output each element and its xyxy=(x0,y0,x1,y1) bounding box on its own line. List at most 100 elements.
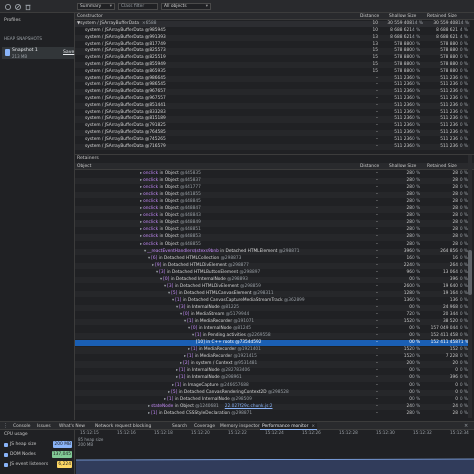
expand-toggle-icon[interactable]: ▸ xyxy=(188,347,190,352)
expand-toggle-icon[interactable]: ▸ xyxy=(184,354,186,359)
retainer-row[interactable]: ▸onclick in Object @441777–28 0 % 28 0 % xyxy=(75,185,470,191)
tab-console[interactable]: Console xyxy=(13,423,30,430)
class-filter-input[interactable]: Class filter xyxy=(118,3,158,10)
retainer-row[interactable]: ▾[0] in Detached InternalNode @298893–0 0… xyxy=(75,276,470,284)
retainer-row[interactable]: ▸onclick in Object @448847–28 0 % 28 0 % xyxy=(75,206,470,213)
retainer-row[interactable]: [10] in C++ roots @7354d592 – 0 0 % 152 411 … xyxy=(75,340,470,347)
retainer-row[interactable]: ▸onclick in Object @445835–28 0 % 28 0 % xyxy=(75,171,470,177)
retainer-row[interactable]: ▸[1] in MediaRecorder @1921401–152 0 % 152… xyxy=(75,347,470,354)
table-row[interactable]: system / JSArrayBufferData @745265 – 511 2… xyxy=(75,137,470,143)
expand-toggle-icon[interactable]: ▾ xyxy=(176,305,178,310)
retainer-row[interactable]: ▾[6] in Detached HTMLCollection @298873 –… xyxy=(75,256,470,262)
checkbox-checked-icon[interactable] xyxy=(4,452,8,457)
split-divider[interactable] xyxy=(75,154,474,155)
save-snapshot-link[interactable]: Save xyxy=(63,50,74,55)
expand-toggle-icon[interactable]: ▸ xyxy=(148,411,150,416)
retainer-row[interactable]: ▾[5] in Detached HTMLCanvasElement @2983… xyxy=(75,290,470,298)
column-distance[interactable]: Distance xyxy=(360,13,379,20)
expand-toggle-icon[interactable]: ▸ xyxy=(140,213,142,218)
retainer-row[interactable]: ▸onclick in Object @448853–28 0 % 28 0 % xyxy=(75,234,470,241)
retainer-row[interactable]: ▸[1] in MediaRecorder @1921415–152 0 % 7 2… xyxy=(75,354,470,360)
expand-toggle-icon[interactable]: ▾ xyxy=(156,270,158,275)
tab-whats-new[interactable]: What's New xyxy=(59,423,85,430)
expand-toggle-icon[interactable]: ▸ xyxy=(140,199,142,204)
column-object[interactable]: Object xyxy=(77,163,91,170)
expand-toggle-icon[interactable]: ▾ xyxy=(148,256,150,261)
table-row[interactable]: system / JSArrayBufferData @764585 – 511 2… xyxy=(75,130,470,137)
checkbox-checked-icon[interactable] xyxy=(4,442,8,447)
expand-toggle-icon[interactable]: ▸ xyxy=(140,227,142,232)
retainer-row[interactable]: ▾[3] in Detached HTMLDivElement @298859 –… xyxy=(75,284,470,290)
retainer-row[interactable]: ▸[1] in Detached CSSStyleDeclaration @29… xyxy=(75,411,470,417)
expand-toggle-icon[interactable]: ▸ xyxy=(140,171,142,176)
expand-toggle-icon[interactable]: ▾ xyxy=(164,284,166,289)
metric-3[interactable]: JS event listeners 6,224 xyxy=(2,461,74,468)
metric-2[interactable]: DOM Nodes 137,045 xyxy=(2,451,74,458)
table-row[interactable]: system / JSArrayBufferData @716579 – 511 2… xyxy=(75,143,470,150)
column-shallow-size[interactable]: Shallow Size xyxy=(389,13,416,20)
metric-1[interactable]: JS heap size 200 MB xyxy=(2,441,74,448)
objects-select[interactable]: All objects ▾ xyxy=(161,3,211,10)
tab-network-request-blocking[interactable]: Network request blocking xyxy=(95,423,151,430)
retainer-row[interactable]: ▸onclick in Object @445837–28 0 % 28 0 % xyxy=(75,178,470,185)
clear-all-profiles-icon[interactable] xyxy=(14,3,22,11)
expand-toggle-icon[interactable]: ▾ xyxy=(160,277,162,282)
metric-0[interactable]: CPU usage xyxy=(2,431,74,438)
retainer-row[interactable]: ▸onclick in Object @441855–28 0 % 28 0 % xyxy=(75,192,470,199)
retainer-row[interactable]: ▸onclick in Object @448849–28 0 % 28 0 % xyxy=(75,220,470,227)
expand-toggle-icon[interactable]: ▸ xyxy=(140,178,142,183)
table-row[interactable]: system / JSArrayBufferData @815189 – 511 2… xyxy=(75,116,470,123)
expand-toggle-icon[interactable]: ▸ xyxy=(168,390,170,395)
retainers-scrollbar[interactable] xyxy=(468,155,472,418)
retainer-row[interactable]: ▸[1] in InternalNode @282783406–0 0 % 0 0 % xyxy=(75,368,470,374)
expand-toggle-icon[interactable]: ▾ xyxy=(168,291,170,296)
expand-toggle-icon[interactable]: ▾ xyxy=(188,326,190,331)
table-row[interactable]: system / JSArrayBufferData @833283 – 511 2… xyxy=(75,110,470,116)
retainer-row[interactable]: ▸[9] in Detached HTMLDivElement @298877 –… xyxy=(75,262,470,269)
expand-toggle-icon[interactable]: ▾ xyxy=(180,312,182,317)
retainer-row[interactable]: ▸onclick in Object @448843–28 0 % 28 0 % xyxy=(75,213,470,219)
table-row[interactable]: system / JSArrayBufferData @851441 – 511 2… xyxy=(75,102,470,110)
retainer-row[interactable]: ▸onclick in Object @448851–28 0 % 28 0 % xyxy=(75,227,470,233)
retainer-row[interactable]: ▸[1] in ImageCapture @246657688–0 0 % 0 0 % xyxy=(75,383,470,389)
column-distance[interactable]: Distance xyxy=(360,163,379,170)
retainer-row[interactable]: ▸stateNode in Object @1240681 22.027f29c.… xyxy=(75,403,470,410)
retainer-row[interactable]: ▾__reactEventHandlers$stexs9bnb in Detac… xyxy=(75,248,470,255)
collect-garbage-icon[interactable] xyxy=(24,3,32,11)
table-row[interactable]: system / JSArrayBufferData @985945 10 8 68… xyxy=(75,28,470,34)
table-row[interactable]: system / JSArrayBufferData @986645 – 511 2… xyxy=(75,75,470,82)
snapshot-item[interactable]: Snapshot 1 213 MB Save xyxy=(2,47,74,59)
source-link[interactable]: 22.027f29c.chunk.js:2 xyxy=(225,404,273,409)
tab-memory-inspector[interactable]: Memory inspector xyxy=(220,423,260,430)
table-row[interactable]: system / JSArrayBufferData @825573 15 578 … xyxy=(75,48,470,55)
column-constructor[interactable]: Constructor xyxy=(77,13,103,20)
table-row[interactable]: system / JSArrayBufferData @865935 15 578 … xyxy=(75,69,470,75)
expand-toggle-icon[interactable]: ▾ xyxy=(144,249,146,254)
expand-toggle-icon[interactable]: ▾ xyxy=(172,298,174,303)
scrollbar-thumb[interactable] xyxy=(468,250,472,295)
tab-issues[interactable]: Issues xyxy=(37,423,51,430)
expand-toggle-icon[interactable]: ▸ xyxy=(172,383,174,388)
retainer-row[interactable]: ▾[1] in Pending activities @2269558–0 0 %… xyxy=(75,333,470,340)
close-icon[interactable]: × xyxy=(311,424,315,429)
column-retained-size[interactable]: Retained Size xyxy=(427,163,457,170)
expand-toggle-icon[interactable]: ▸ xyxy=(140,220,142,225)
expand-toggle-icon[interactable]: ▾ xyxy=(192,333,194,338)
retainer-row[interactable]: ▾[3] in Detached HTMLButtonElement @2988… xyxy=(75,270,470,276)
expand-toggle-icon[interactable]: ▸ xyxy=(176,368,178,373)
expand-toggle-icon[interactable]: ▸ xyxy=(164,397,166,402)
expand-toggle-icon[interactable]: ▸ xyxy=(176,375,178,380)
retainer-row[interactable]: ▾[1] in MediaRecorder @191071–152 0 % 38 5… xyxy=(75,319,470,326)
view-select[interactable]: Summary ▾ xyxy=(77,3,115,10)
table-row[interactable]: system / JSArrayBufferData @967557 – 511 2… xyxy=(75,96,470,102)
expand-toggle-icon[interactable]: ▸ xyxy=(152,263,154,268)
retainer-row[interactable]: ▸onclick in Object @448845–28 0 % 28 0 % xyxy=(75,199,470,205)
expand-toggle-icon[interactable]: ▸ xyxy=(140,206,142,211)
retainer-row[interactable]: ▾[0] in MediaStream @5179944–72 0 % 20 344… xyxy=(75,312,470,318)
retainer-row[interactable]: ▸[2] in system / Context @9531481–20 0 % 2… xyxy=(75,361,470,368)
table-row[interactable]: system / JSArrayBufferData @825519 15 578 … xyxy=(75,55,470,61)
expand-toggle-icon[interactable]: ▸ xyxy=(140,192,142,197)
retainer-row[interactable]: ▾[1] in Detached CanvasCaptureMediaStrea… xyxy=(75,298,470,304)
table-row[interactable]: system / JSArrayBufferData @991393 13 8 68… xyxy=(75,34,470,42)
tab-search[interactable]: Search xyxy=(172,423,187,430)
